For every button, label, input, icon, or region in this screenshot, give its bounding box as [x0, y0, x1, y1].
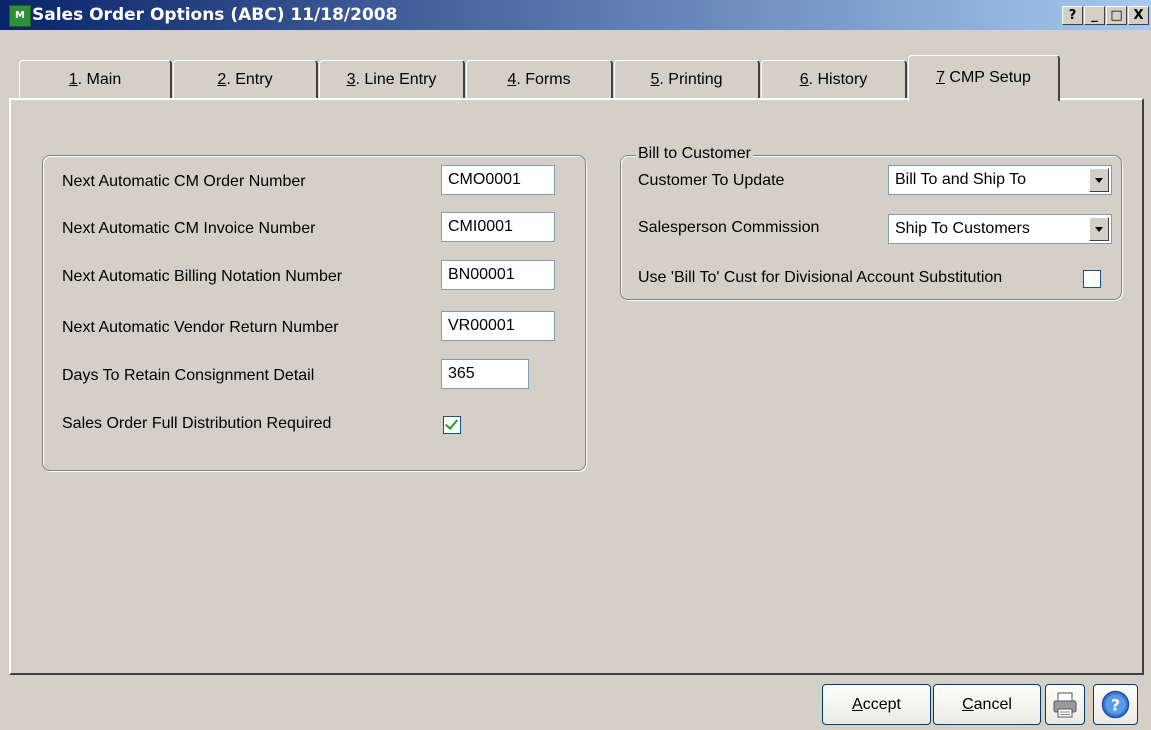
tab-entry[interactable]: 2. Entry: [173, 60, 318, 98]
cm-invoice-number-label: Next Automatic CM Invoice Number: [62, 220, 316, 237]
customer-to-update-select[interactable]: Bill To and Ship To: [888, 165, 1112, 195]
minimize-button[interactable]: _: [1084, 6, 1105, 25]
use-bill-to-checkbox[interactable]: [1083, 270, 1101, 288]
use-bill-to-label: Use 'Bill To' Cust for Divisional Accoun…: [638, 269, 1003, 286]
chevron-down-icon[interactable]: [1089, 168, 1109, 192]
salesperson-commission-select[interactable]: Ship To Customers: [888, 214, 1112, 244]
tab-forms[interactable]: 4. Forms: [466, 60, 613, 98]
svg-text:?: ?: [1111, 696, 1120, 715]
cm-invoice-number-input[interactable]: CMI0001: [441, 212, 555, 242]
sales-order-options-window: M Sales Order Options (ABC) 11/18/2008 ?…: [0, 0, 1151, 730]
bill-to-customer-title: Bill to Customer: [636, 145, 753, 163]
app-icon: M: [9, 5, 31, 27]
window-title: Sales Order Options (ABC) 11/18/2008: [32, 5, 398, 25]
retain-consignment-days-label: Days To Retain Consignment Detail: [62, 367, 315, 384]
title-bar[interactable]: M Sales Order Options (ABC) 11/18/2008 ?…: [0, 0, 1151, 30]
vendor-return-number-input[interactable]: VR00001: [441, 311, 555, 341]
help-button[interactable]: ?: [1093, 684, 1138, 725]
vendor-return-number-label: Next Automatic Vendor Return Number: [62, 319, 339, 336]
accept-button[interactable]: Accept: [822, 684, 931, 725]
help-icon: ?: [1101, 690, 1130, 719]
cm-order-number-input[interactable]: CMO0001: [441, 165, 555, 195]
salesperson-commission-label: Salesperson Commission: [638, 219, 820, 236]
tab-line-entry[interactable]: 3. Line Entry: [319, 60, 465, 98]
maximize-button[interactable]: □: [1106, 6, 1127, 25]
tab-main[interactable]: 1. Main: [19, 60, 172, 98]
cm-order-number-label: Next Automatic CM Order Number: [62, 173, 306, 190]
cancel-button[interactable]: Cancel: [933, 684, 1041, 725]
chevron-down-icon[interactable]: [1089, 217, 1109, 241]
tab-cmp-setup[interactable]: 7 CMP Setup: [908, 55, 1060, 101]
cmp-setup-panel: Next Automatic CM Order Number CMO0001 N…: [9, 98, 1144, 675]
customer-to-update-label: Customer To Update: [638, 172, 785, 189]
retain-consignment-days-input[interactable]: 365: [441, 359, 529, 389]
print-button[interactable]: [1045, 684, 1085, 725]
printer-icon: [1053, 692, 1077, 718]
checkmark-icon: [444, 416, 459, 430]
billing-notation-number-input[interactable]: BN00001: [441, 260, 555, 290]
full-distribution-label: Sales Order Full Distribution Required: [62, 415, 332, 432]
close-button[interactable]: X: [1128, 6, 1149, 25]
billing-notation-number-label: Next Automatic Billing Notation Number: [62, 268, 343, 285]
help-title-button[interactable]: ?: [1062, 6, 1083, 25]
full-distribution-checkbox[interactable]: [443, 416, 461, 434]
tab-history[interactable]: 6. History: [761, 60, 907, 98]
tab-printing[interactable]: 5. Printing: [614, 60, 760, 98]
